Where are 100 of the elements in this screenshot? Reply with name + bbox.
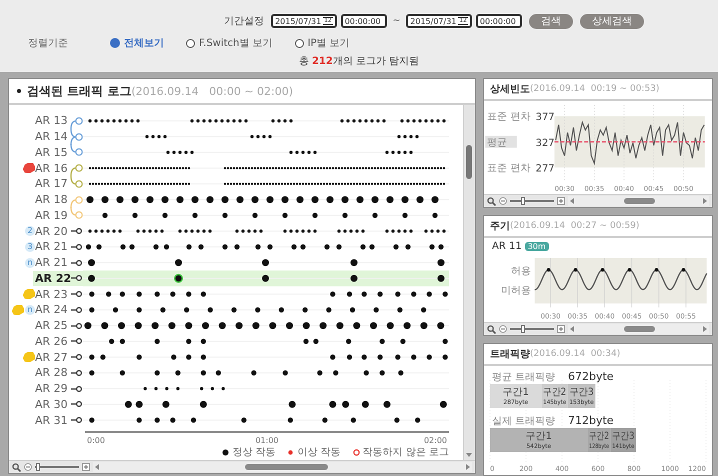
row-label: AR 21 <box>35 240 67 254</box>
row-label: AR 25 <box>35 319 67 332</box>
link-icon <box>71 244 82 250</box>
legend-label: 이상 작동 <box>297 446 341 459</box>
y-axis-label: 377 <box>536 112 555 124</box>
row-label: AR 13 <box>35 114 67 128</box>
log-row[interactable]: AR 28 <box>9 365 83 381</box>
radio-button[interactable]: F.Switch별 보기 <box>186 36 273 50</box>
log-row[interactable]: AR 15 <box>9 144 83 160</box>
row-label: AR 19 <box>35 208 67 222</box>
range-separator: ~ <box>392 16 400 26</box>
zoom-in-icon[interactable] <box>557 325 565 333</box>
zoom-out-icon[interactable] <box>499 325 507 333</box>
bullet-icon <box>17 89 21 93</box>
bar-segment <box>568 384 596 408</box>
y-axis-caption: 평균 <box>487 137 508 148</box>
log-row[interactable]: 3 AR 21 <box>9 239 83 255</box>
link-icon <box>71 260 82 266</box>
row-label: AR 24 <box>35 303 67 316</box>
panel-title: 상세빈도 <box>490 83 530 96</box>
zoom-out-icon[interactable] <box>24 463 32 471</box>
radio-button[interactable]: IP별 보기 <box>294 36 350 50</box>
zoom-out-icon[interactable] <box>499 197 507 205</box>
slider-thumb[interactable] <box>521 325 525 333</box>
search-button[interactable]: 검색 <box>528 14 573 28</box>
search-icon[interactable] <box>487 324 496 334</box>
row-badge: n <box>25 304 35 315</box>
log-row[interactable]: AR 16 <box>9 160 83 176</box>
row-label: AR 21 <box>35 256 67 270</box>
zoom-in-icon[interactable] <box>557 197 565 205</box>
item-label: AR 11 <box>492 241 522 252</box>
vertical-scrollbar[interactable] <box>463 105 475 460</box>
link-icon <box>71 370 82 376</box>
segment-label: 구간3 <box>612 431 638 442</box>
horizontal-scrollbar[interactable] <box>93 462 472 472</box>
time-field[interactable]: 00:00:00 <box>476 14 522 28</box>
segment-label: 구간3 <box>569 387 596 398</box>
advanced-search-button[interactable]: 상세검색 <box>580 14 644 28</box>
log-row[interactable]: AR 13 <box>9 113 83 129</box>
total-value: 712byte <box>568 414 614 427</box>
link-icon <box>71 417 82 424</box>
horizontal-scrollbar[interactable] <box>568 324 709 334</box>
row-label: AR 18 <box>35 193 67 206</box>
log-row[interactable]: n AR 24 <box>9 302 83 318</box>
log-count-text: 총 212개의 로그가 탐지됨 <box>298 55 420 68</box>
panel-subtitle: (2016.09.14 00:00 ~ 02:00) <box>131 84 294 98</box>
zoom-in-icon[interactable] <box>82 463 90 471</box>
period-label: 기간설정 <box>224 15 264 28</box>
row-label: AR 20 <box>35 224 67 238</box>
log-row[interactable]: AR 25 <box>9 318 83 334</box>
log-row[interactable]: AR 17 <box>9 176 83 192</box>
selected-dot <box>174 274 183 283</box>
category-label: 평균 트래픽량 <box>492 372 556 383</box>
panel-subtitle: (2016.09.14 00:19 ~ 00:53) <box>530 84 660 94</box>
log-row[interactable]: n AR 21 <box>9 254 83 270</box>
log-row[interactable]: 2 AR 20 <box>9 223 83 239</box>
row-badge: 3 <box>25 242 35 252</box>
horizontal-scrollbar[interactable] <box>568 196 709 206</box>
log-row[interactable]: AR 19 <box>9 208 83 224</box>
log-row[interactable]: AR 31 <box>9 412 83 428</box>
bar-segment <box>610 428 636 452</box>
log-row[interactable]: AR 29 <box>9 380 83 396</box>
total-value: 672byte <box>568 370 614 383</box>
link-icon <box>71 338 82 344</box>
panel-subtitle: (2016.09.14 00:27 ~ 00:59) <box>510 221 640 231</box>
search-icon[interactable] <box>12 462 21 472</box>
log-row[interactable]: AR 27 <box>9 349 83 365</box>
y-axis-label: 277 <box>536 163 555 174</box>
log-row[interactable]: AR 14 <box>9 128 83 144</box>
row-label: AR 31 <box>35 414 67 427</box>
row-label: AR 26 <box>35 334 67 348</box>
search-icon[interactable] <box>487 196 496 206</box>
slider-thumb[interactable] <box>521 197 525 205</box>
log-row[interactable]: AR 18 <box>9 192 83 208</box>
row-label: AR 23 <box>35 288 67 301</box>
row-label: AR 16 <box>35 162 67 175</box>
slider-thumb[interactable] <box>36 463 40 471</box>
row-label: AR 15 <box>35 146 67 159</box>
row-label: AR 30 <box>35 398 67 411</box>
log-row[interactable]: AR 23 <box>9 286 83 302</box>
log-row[interactable]: AR 30 <box>9 396 83 412</box>
panel-title: 트래픽량 <box>490 348 530 361</box>
row-badge: 2 <box>25 226 35 236</box>
segment-label: 구간1 <box>526 431 552 442</box>
link-icon <box>71 291 82 298</box>
log-row[interactable]: AR 26 <box>9 334 83 350</box>
y-axis-caption: 표준 편차 <box>487 112 530 123</box>
sort-label: 정렬기준 <box>28 37 68 50</box>
link-icon <box>71 322 82 329</box>
y-axis-label: 미허용 <box>500 285 531 296</box>
link-icon <box>71 354 82 360</box>
legend-label: 작동하지 않은 로그 <box>362 446 449 459</box>
legend-label: 정상 작동 <box>232 446 276 459</box>
axis-label: 0:00 <box>87 436 105 444</box>
time-field[interactable]: 00:00:00 <box>340 14 387 28</box>
period-badge: 30m <box>524 242 549 252</box>
radio-button[interactable]: 전체보기 <box>110 36 164 50</box>
link-icon <box>71 306 82 313</box>
row-label: AR 28 <box>35 366 67 380</box>
link-icon <box>71 228 82 234</box>
